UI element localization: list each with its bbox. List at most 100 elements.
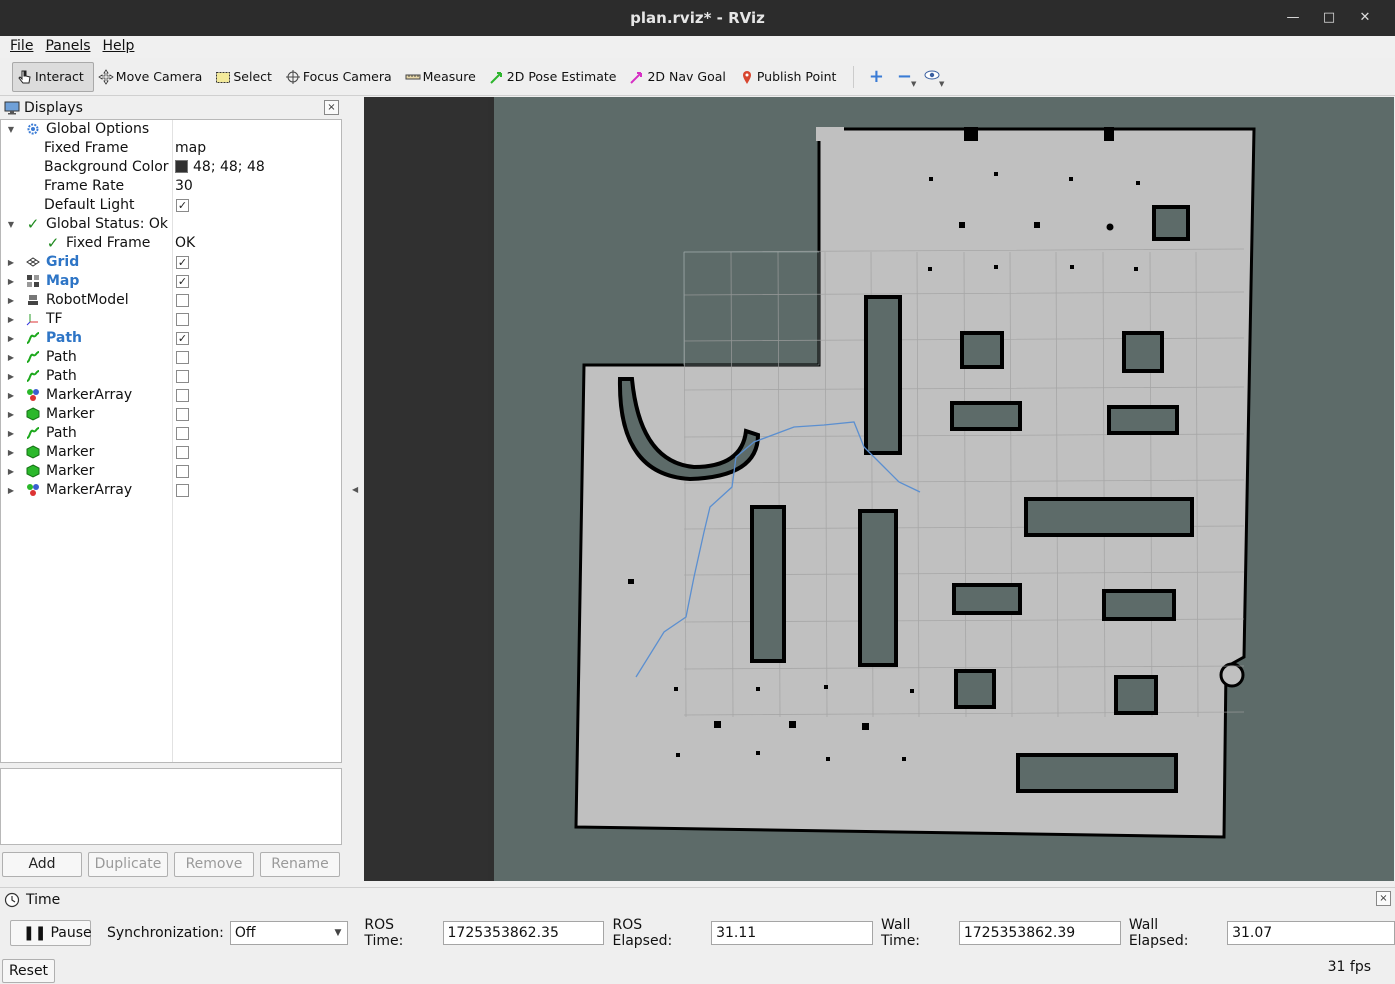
display-item-path[interactable]: ▶ Path [1, 424, 341, 443]
display-item-grid[interactable]: ▶ Grid ✓ [1, 253, 341, 272]
checkmark-icon: ✓ [46, 233, 60, 252]
add-display-button[interactable]: Add [2, 852, 82, 877]
menu-file[interactable]: File [4, 36, 39, 58]
tree-row-global-options[interactable]: ▼ Global Options [1, 120, 341, 139]
display-enable-checkbox[interactable] [176, 389, 189, 402]
green-arrow-icon [489, 69, 505, 85]
display-enable-checkbox[interactable] [176, 408, 189, 421]
publish-point-tool[interactable]: Publish Point [735, 62, 846, 92]
wall-elapsed-label: Wall Elapsed: [1128, 917, 1189, 949]
display-item-robotmodel[interactable]: ▶ RobotModel [1, 291, 341, 310]
menu-panels[interactable]: Panels [39, 36, 96, 58]
display-enable-checkbox[interactable] [176, 370, 189, 383]
display-enable-checkbox[interactable] [176, 446, 189, 459]
nav-goal-tool[interactable]: 2D Nav Goal [625, 62, 734, 92]
pose-estimate-tool[interactable]: 2D Pose Estimate [485, 62, 626, 92]
reset-button[interactable]: Reset [2, 959, 55, 983]
focus-camera-tool[interactable]: Focus Camera [281, 62, 401, 92]
display-item-map[interactable]: ▶ Map ✓ [1, 272, 341, 291]
remove-tool-button[interactable]: − ▼ [890, 62, 918, 92]
maximize-button[interactable]: □ [1311, 0, 1347, 36]
remove-display-button[interactable]: Remove [174, 852, 254, 877]
expand-arrow-icon[interactable]: ▶ [6, 291, 16, 310]
ros-time-field[interactable]: 1725353862.35 [442, 921, 605, 945]
time-panel: Time × ❚❚ Pause Synchronization: Off ▼ R… [0, 887, 1395, 984]
close-window-button[interactable]: ✕ [1347, 0, 1383, 36]
minimize-button[interactable]: — [1275, 0, 1311, 36]
expand-arrow-icon[interactable]: ▶ [6, 462, 16, 481]
display-item-markerarray[interactable]: ▶ MarkerArray [1, 481, 341, 500]
tree-row-fixed-frame[interactable]: Fixed Frame map [1, 139, 341, 158]
duplicate-display-button[interactable]: Duplicate [88, 852, 168, 877]
tree-row-global-status[interactable]: ▼ ✓ Global Status: Ok [1, 215, 341, 234]
expand-arrow-icon[interactable]: ▶ [6, 367, 16, 386]
rename-display-button[interactable]: Rename [260, 852, 340, 877]
display-enable-checkbox[interactable] [176, 427, 189, 440]
default-light-checkbox[interactable]: ✓ [176, 199, 189, 212]
menu-help[interactable]: Help [97, 36, 141, 58]
wall-time-field[interactable]: 1725353862.39 [958, 921, 1121, 945]
dropdown-icon: ▼ [911, 79, 917, 88]
map-canvas[interactable] [364, 97, 1394, 881]
display-item-marker[interactable]: ▶ Marker [1, 405, 341, 424]
move-camera-tool[interactable]: Move Camera [94, 62, 212, 92]
tree-row-background-color[interactable]: Background Color 48; 48; 48 [1, 158, 341, 177]
display-item-marker[interactable]: ▶ Marker [1, 462, 341, 481]
map-unknown-strip [488, 97, 494, 881]
display-item-path[interactable]: ▶ Path ✓ [1, 329, 341, 348]
expand-arrow-icon[interactable]: ▼ [6, 120, 16, 139]
expand-arrow-icon[interactable]: ▶ [6, 329, 16, 348]
display-enable-checkbox[interactable]: ✓ [176, 275, 189, 288]
expand-arrow-icon[interactable]: ▶ [6, 253, 16, 272]
sync-select[interactable]: Off ▼ [229, 921, 349, 945]
select-tool[interactable]: Select [211, 62, 281, 92]
fixed-frame-value[interactable]: map [175, 139, 206, 158]
expand-arrow-icon[interactable]: ▶ [6, 424, 16, 443]
left-splitter-handle[interactable]: ◀ [352, 485, 358, 494]
display-enable-checkbox[interactable] [176, 294, 189, 307]
time-close-button[interactable]: × [1376, 891, 1391, 906]
display-item-path[interactable]: ▶ Path [1, 348, 341, 367]
views-tool-button[interactable]: ▼ [918, 62, 946, 92]
expand-arrow-icon[interactable]: ▶ [6, 272, 16, 291]
tree-row-default-light[interactable]: Default Light ✓ [1, 196, 341, 215]
display-enable-checkbox[interactable] [176, 313, 189, 326]
measure-tool[interactable]: Measure [401, 62, 485, 92]
displays-panel: Displays × ▼ Global Options Fixed Frame … [0, 97, 343, 881]
display-item-marker[interactable]: ▶ Marker [1, 443, 341, 462]
expand-arrow-icon[interactable]: ▶ [6, 386, 16, 405]
render-viewport[interactable] [364, 97, 1394, 881]
background-color-value[interactable]: 48; 48; 48 [175, 158, 265, 177]
expand-arrow-icon[interactable]: ▶ [6, 405, 16, 424]
fixed-frame-label: Fixed Frame [44, 140, 129, 156]
tree-row-status-fixed-frame[interactable]: ✓ Fixed Frame OK [1, 234, 341, 253]
expand-arrow-icon[interactable]: ▼ [6, 215, 16, 234]
ros-elapsed-field[interactable]: 31.11 [711, 921, 874, 945]
display-item-path[interactable]: ▶ Path [1, 367, 341, 386]
expand-arrow-icon[interactable]: ▶ [6, 443, 16, 462]
expand-arrow-icon[interactable]: ▶ [6, 481, 16, 500]
menu-bar: File Panels Help [0, 36, 1395, 58]
expand-arrow-icon[interactable]: ▶ [6, 348, 16, 367]
display-item-label: Map [46, 273, 80, 289]
display-enable-checkbox[interactable] [176, 484, 189, 497]
wall-elapsed-field[interactable]: 31.07 [1227, 921, 1395, 945]
frame-rate-value[interactable]: 30 [175, 177, 193, 196]
toolbar-separator [853, 65, 855, 88]
monitor-icon [4, 101, 20, 115]
display-item-markerarray[interactable]: ▶ MarkerArray [1, 386, 341, 405]
displays-close-button[interactable]: × [324, 100, 339, 115]
display-item-tf[interactable]: ▶ TF [1, 310, 341, 329]
add-tool-button[interactable]: + [862, 62, 890, 92]
sync-label: Synchronization: [107, 925, 224, 941]
expand-arrow-icon[interactable]: ▶ [6, 310, 16, 329]
display-enable-checkbox[interactable]: ✓ [176, 256, 189, 269]
interact-tool[interactable]: Interact [12, 61, 94, 92]
display-enable-checkbox[interactable] [176, 351, 189, 364]
pause-button[interactable]: ❚❚ Pause [10, 920, 92, 946]
tree-row-frame-rate[interactable]: Frame Rate 30 [1, 177, 341, 196]
display-item-label: MarkerArray [46, 482, 133, 498]
display-enable-checkbox[interactable] [176, 465, 189, 478]
background-color-text: 48; 48; 48 [193, 159, 265, 175]
display-enable-checkbox[interactable]: ✓ [176, 332, 189, 345]
